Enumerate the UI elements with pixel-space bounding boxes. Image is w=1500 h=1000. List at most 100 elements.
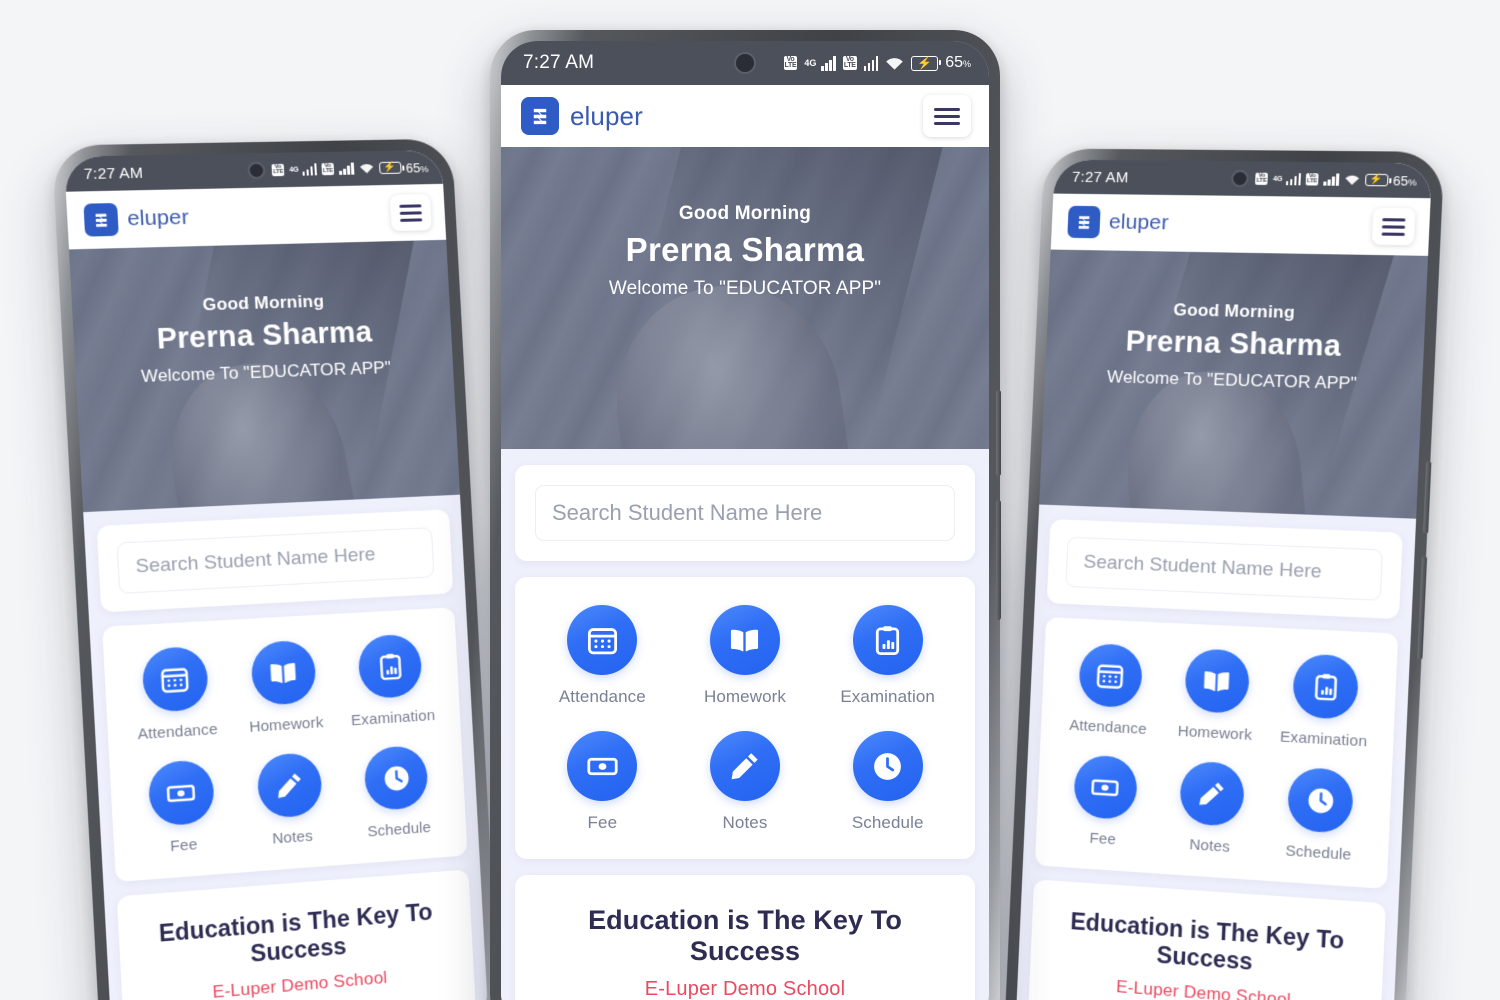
hamburger-menu-icon[interactable]: [923, 95, 971, 137]
volte-icon: Vo LTE: [783, 56, 798, 70]
brand-name: eluper: [1108, 210, 1170, 235]
hero-banner: Good Morning Prerna Sharma Welcome To "E…: [501, 147, 989, 449]
banknote-icon: [1072, 754, 1138, 821]
pencil-icon: [1178, 760, 1246, 828]
battery-percent: 65%: [1392, 172, 1417, 189]
volte-icon: Vo LTE: [1255, 172, 1269, 185]
search-input[interactable]: [116, 527, 435, 594]
status-time: 7:27 AM: [1071, 168, 1129, 186]
brand-logo[interactable]: eluper: [83, 201, 190, 237]
status-bar: 7:27 AM Vo LTE 4G Vo LTE ⚡ 65%: [501, 41, 989, 85]
app-content: Attendance Homework Examination Fee Note…: [1014, 504, 1417, 1000]
shortcut-label: Examination: [840, 687, 935, 706]
shortcuts-card: Attendance Homework Examination Fee Note…: [1034, 617, 1399, 889]
clock-icon: [363, 744, 430, 812]
clipboard-chart-icon: [852, 605, 923, 675]
hero-welcome: Welcome To "EDUCATOR APP": [1106, 367, 1358, 394]
battery-percent: 65%: [405, 159, 429, 176]
shortcut-label: Homework: [1177, 722, 1253, 745]
shortcut-examination[interactable]: Examination: [1268, 652, 1382, 751]
search-input[interactable]: [535, 485, 955, 541]
hero-greeting: Good Morning: [678, 203, 812, 224]
shortcut-notes[interactable]: Notes: [234, 750, 347, 850]
camera-punchhole-icon: [1230, 169, 1250, 188]
shortcut-label: Attendance: [1068, 716, 1148, 739]
volte-icon: Vo LTE: [271, 163, 285, 177]
shortcut-fee[interactable]: Fee: [124, 757, 239, 858]
network-type-label: 4G: [289, 166, 300, 174]
shortcut-schedule[interactable]: Schedule: [1263, 765, 1377, 865]
shortcut-homework[interactable]: Homework: [1161, 647, 1273, 745]
clock-icon: [1287, 766, 1355, 835]
shortcut-homework[interactable]: Homework: [674, 605, 817, 707]
banknote-icon: [147, 758, 215, 827]
phone-device-center: 7:27 AM Vo LTE 4G Vo LTE ⚡ 65% eluper Go…: [490, 30, 1001, 1000]
status-time: 7:27 AM: [523, 52, 595, 73]
hero-greeting: Good Morning: [202, 291, 325, 315]
battery-charging-icon: ⚡: [378, 162, 402, 175]
hamburger-menu-icon[interactable]: [389, 194, 432, 232]
shortcut-attendance[interactable]: Attendance: [1055, 642, 1165, 739]
signal-bars-icon-2: [863, 55, 879, 71]
phone-device-left: 7:27 AM Vo LTE 4G Vo LTE ⚡ 65% eluper Go…: [51, 138, 501, 1000]
education-subtitle: E-Luper Demo School: [644, 978, 846, 1000]
shortcut-schedule[interactable]: Schedule: [342, 743, 453, 842]
shortcut-notes[interactable]: Notes: [674, 731, 817, 833]
hero-user-name: Prerna Sharma: [155, 316, 374, 356]
shortcut-label: Homework: [703, 687, 787, 706]
brand-logo[interactable]: eluper: [1067, 205, 1170, 240]
signal-bars-icon: [1285, 173, 1301, 186]
app-header: eluper: [65, 183, 447, 250]
battery-charging-icon: ⚡: [1364, 174, 1389, 187]
network-type-label: 4G: [804, 58, 817, 68]
shortcut-fee[interactable]: Fee: [1050, 753, 1160, 851]
book-icon: [250, 639, 317, 707]
signal-bars-icon: [302, 163, 317, 176]
book-icon: [709, 605, 780, 675]
shortcut-homework[interactable]: Homework: [228, 638, 341, 737]
volte-icon-2: Vo LTE: [321, 162, 335, 176]
eluper-logo-icon: [521, 97, 559, 135]
wifi-icon: [886, 57, 903, 70]
status-bar: 7:27 AM Vo LTE 4G Vo LTE ⚡ 65%: [1053, 159, 1433, 199]
hero-banner: Good Morning Prerna Sharma Welcome To "E…: [1039, 249, 1429, 519]
signal-bars-icon: [821, 55, 836, 71]
phone-screen-left: 7:27 AM Vo LTE 4G Vo LTE ⚡ 65% eluper Go…: [63, 149, 489, 1000]
hamburger-menu-icon[interactable]: [1371, 207, 1416, 246]
shortcuts-card: Attendance Homework Examination Fee Note…: [102, 607, 468, 883]
brand-logo[interactable]: eluper: [521, 97, 643, 135]
app-content: Attendance Homework Examination Fee Note…: [83, 494, 489, 1000]
shortcut-attendance[interactable]: Attendance: [531, 605, 674, 707]
shortcut-label: Notes: [722, 813, 768, 832]
shortcuts-card: Attendance Homework Examination Fee Note…: [515, 577, 975, 859]
hero-welcome: Welcome To "EDUCATOR APP": [140, 357, 392, 387]
shortcut-schedule[interactable]: Schedule: [816, 731, 959, 833]
shortcut-notes[interactable]: Notes: [1156, 759, 1268, 858]
brand-name: eluper: [126, 205, 190, 231]
shortcut-examination[interactable]: Examination: [816, 605, 959, 707]
book-icon: [1184, 648, 1251, 715]
app-header: eluper: [1050, 193, 1431, 256]
signal-bars-icon-2: [339, 162, 354, 175]
education-title: Education is The Key To Success: [1069, 907, 1345, 975]
education-banner-card: Education is The Key To Success E-Luper …: [515, 875, 975, 1000]
shortcut-label: Fee: [587, 813, 618, 832]
phone-screen-center: 7:27 AM Vo LTE 4G Vo LTE ⚡ 65% eluper Go…: [501, 41, 989, 1000]
shortcut-examination[interactable]: Examination: [336, 632, 447, 730]
camera-punchhole-icon: [247, 161, 266, 180]
screenshot-stage: 7:27 AM Vo LTE 4G Vo LTE ⚡ 65% eluper Go…: [0, 0, 1500, 1000]
shortcut-label: Attendance: [137, 720, 219, 744]
shortcut-label: Schedule: [366, 818, 432, 841]
calendar-icon: [140, 645, 209, 713]
phone-screen-right: 7:27 AM Vo LTE 4G Vo LTE ⚡ 65% eluper Go…: [1014, 159, 1433, 1000]
app-header: eluper: [501, 85, 989, 147]
signal-bars-icon-2: [1323, 173, 1339, 186]
shortcut-attendance[interactable]: Attendance: [118, 644, 233, 744]
hero-banner: Good Morning Prerna Sharma Welcome To "E…: [68, 239, 461, 513]
shortcut-label: Notes: [1188, 836, 1231, 856]
search-input[interactable]: [1065, 536, 1384, 601]
hero-welcome: Welcome To "EDUCATOR APP": [608, 278, 882, 299]
shortcut-fee[interactable]: Fee: [531, 731, 674, 833]
search-card: [1046, 518, 1403, 620]
education-title: Education is The Key To Success: [588, 905, 902, 966]
